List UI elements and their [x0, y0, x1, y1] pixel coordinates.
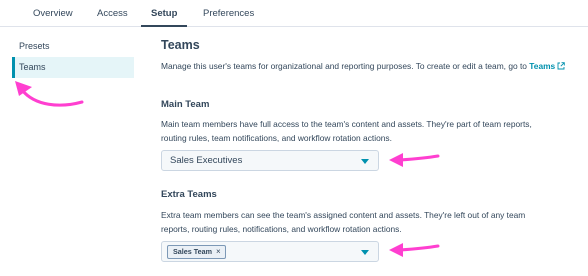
- tab-overview[interactable]: Overview: [33, 8, 73, 19]
- sidebar-item-presets[interactable]: Presets: [12, 36, 134, 57]
- tag-remove-icon[interactable]: ×: [216, 247, 221, 256]
- external-link-icon[interactable]: [557, 62, 565, 70]
- main-team-desc-line1: Main team members have full access to th…: [161, 119, 532, 129]
- teams-link[interactable]: Teams: [529, 61, 565, 71]
- main-team-select[interactable]: Sales Executives: [161, 150, 379, 171]
- extra-teams-select[interactable]: Sales Team ×: [161, 241, 379, 262]
- main-team-desc-line2: routing rules, team notifications, and w…: [161, 133, 392, 143]
- page-title: Teams: [161, 38, 200, 52]
- extra-teams-heading: Extra Teams: [161, 189, 217, 200]
- tab-setup[interactable]: Setup: [140, 8, 188, 27]
- chevron-down-icon[interactable]: [361, 159, 369, 164]
- tab-preferences[interactable]: Preferences: [203, 8, 254, 19]
- teams-description: Manage this user's teams for organizatio…: [161, 59, 565, 74]
- top-tab-bar: Overview Access Setup Preferences: [0, 0, 588, 27]
- main-team-heading: Main Team: [161, 99, 210, 110]
- main-team-selected-value: Sales Executives: [170, 155, 243, 166]
- annotation-arrow-main-team-icon: [389, 153, 440, 167]
- annotation-arrow-extra-teams-icon: [389, 243, 440, 257]
- sidebar-item-teams[interactable]: Teams: [12, 57, 134, 78]
- team-tag-label: Sales Team: [173, 247, 213, 256]
- teams-description-text: Manage this user's teams for organizatio…: [161, 61, 527, 71]
- team-tag: Sales Team ×: [167, 245, 226, 259]
- chevron-down-icon[interactable]: [361, 250, 369, 255]
- tab-access[interactable]: Access: [97, 8, 128, 19]
- extra-teams-desc-line1: Extra team members can see the team's as…: [161, 210, 526, 220]
- extra-teams-desc-line2: reports, routing rules, notifications, a…: [161, 224, 402, 234]
- teams-link-label[interactable]: Teams: [529, 61, 555, 71]
- annotation-arrow-sidebar-icon: [15, 81, 84, 107]
